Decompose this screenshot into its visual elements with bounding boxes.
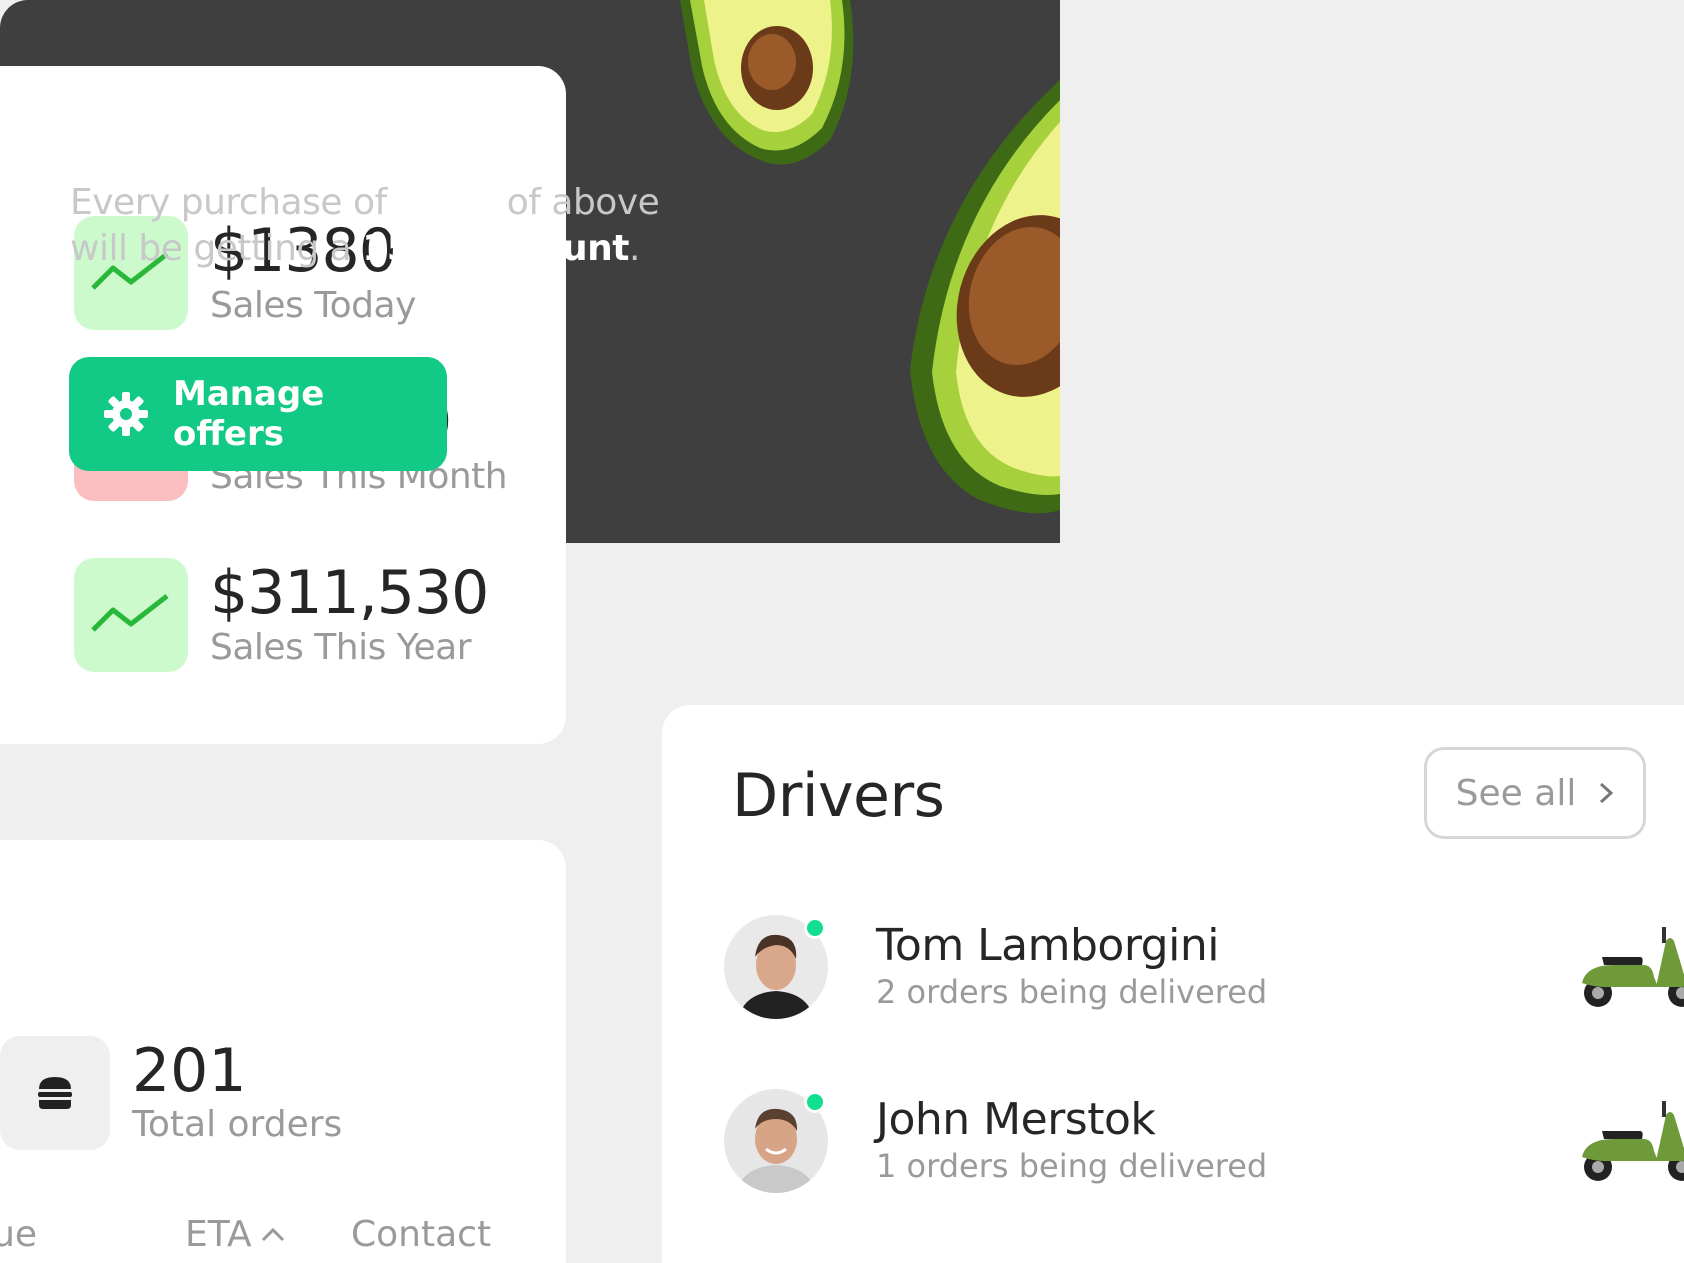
driver-name: Tom Lamborgini — [876, 920, 1219, 971]
total-orders-stat: 201 Total orders — [0, 1036, 342, 1150]
scooter-icon — [1582, 927, 1684, 1007]
driver-status: 1 orders being delivered — [876, 1147, 1268, 1185]
online-status-dot — [804, 917, 826, 939]
avocado-image — [680, 0, 1060, 514]
driver-status: 2 orders being delivered — [876, 973, 1268, 1011]
offer-description: Every purchase of $100 of above will be … — [70, 182, 660, 269]
column-header-value[interactable]: alue — [0, 1214, 37, 1255]
stat-label: Sales This Year — [210, 627, 472, 668]
online-status-dot — [804, 1091, 826, 1113]
chevron-up-icon — [261, 1227, 284, 1241]
manage-offers-button[interactable]: Manage offers — [69, 357, 447, 471]
driver-row[interactable]: John Merstok 1 orders being delivered — [724, 1089, 1684, 1193]
see-all-button[interactable]: See all — [1424, 747, 1646, 839]
offer-title: Current offer — [70, 62, 449, 132]
gear-icon — [103, 392, 148, 436]
driver-row[interactable]: Tom Lamborgini 2 orders being delivered — [724, 915, 1684, 1019]
trend-up-icon — [74, 558, 188, 672]
chevron-right-icon — [1600, 782, 1614, 804]
drivers-card: Drivers See all Tom Lamborgini 2 orders … — [662, 705, 1684, 1263]
drivers-title: Drivers — [732, 761, 945, 831]
total-orders-label: Total orders — [132, 1104, 343, 1145]
see-all-label: See all — [1455, 772, 1577, 814]
burger-icon — [0, 1036, 110, 1150]
column-header-eta[interactable]: ETA — [185, 1214, 286, 1255]
stat-value: $311,530 — [210, 558, 489, 628]
stat-label: Sales Today — [210, 285, 416, 326]
manage-offers-label: Manage offers — [172, 374, 325, 454]
column-header-contact[interactable]: Contact — [351, 1214, 491, 1255]
stat-sales-year: $311,530 Sales This Year — [74, 558, 489, 672]
driver-name: John Merstok — [876, 1094, 1156, 1145]
total-orders-value: 201 — [132, 1036, 247, 1106]
scooter-icon — [1582, 1101, 1684, 1181]
orders-card: 201 Total orders alue ETA Contact — [0, 840, 566, 1263]
